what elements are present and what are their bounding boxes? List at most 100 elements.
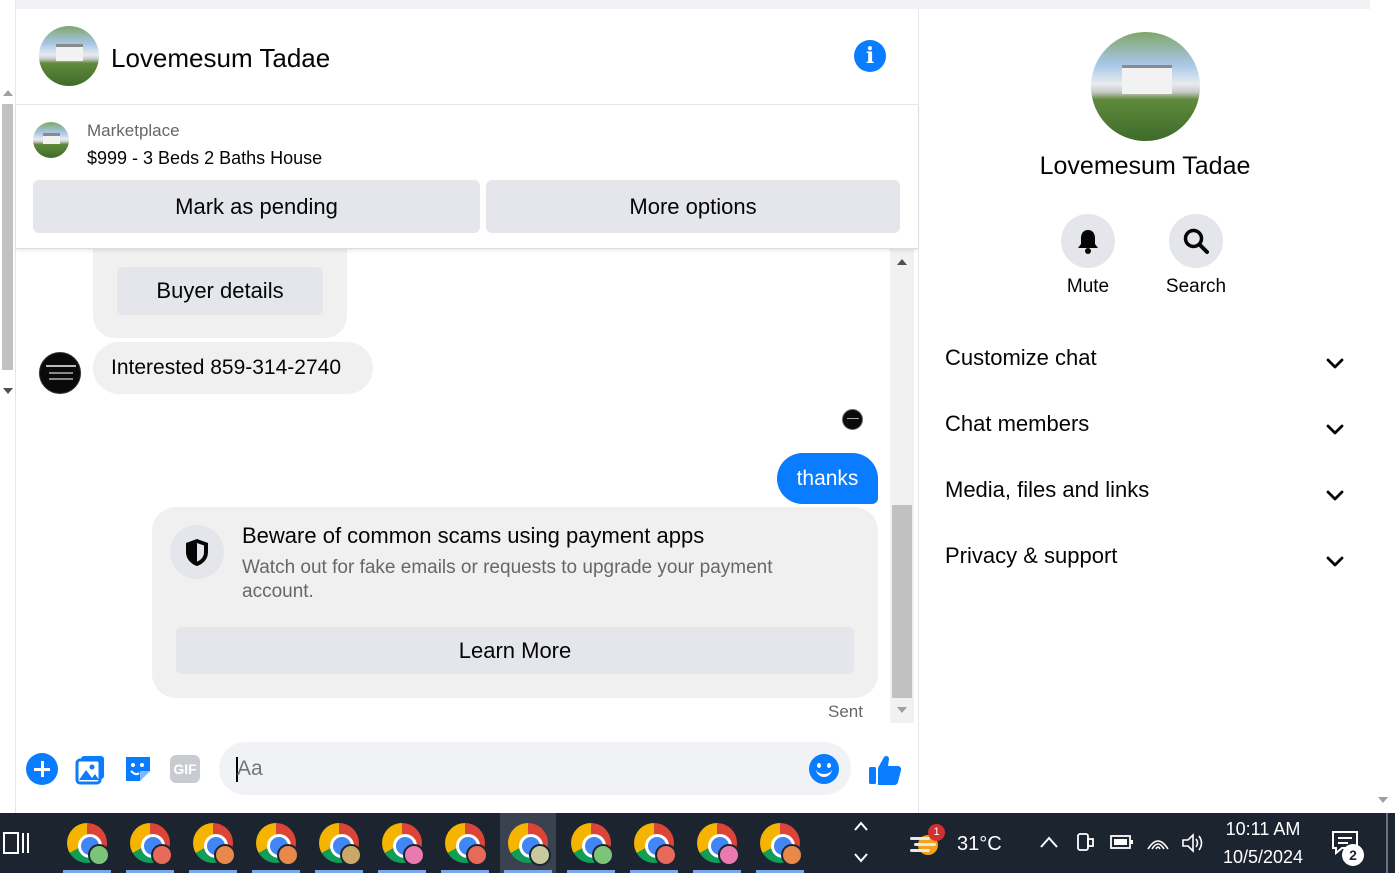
meet-now-icon[interactable] <box>1074 831 1096 855</box>
taskbar-chrome-window[interactable] <box>311 813 367 873</box>
chrome-profile-icon <box>466 844 488 866</box>
scroll-down-arrow-icon[interactable] <box>3 388 13 394</box>
bell-icon <box>1078 230 1098 254</box>
chevron-down-icon <box>1326 358 1344 369</box>
chrome-profile-icon <box>214 844 236 866</box>
section-media-files-links[interactable]: Media, files and links <box>945 477 1345 517</box>
chrome-icon <box>256 823 299 866</box>
taskbar-chrome-window[interactable] <box>626 813 682 873</box>
scam-warning-body: Watch out for fake emails or requests to… <box>242 557 773 602</box>
show-hidden-icons-icon[interactable] <box>1038 833 1060 851</box>
msg-scroll-up-icon[interactable] <box>897 259 907 265</box>
chrome-profile-icon <box>340 844 362 866</box>
taskbar-chrome-window[interactable] <box>752 813 808 873</box>
scam-warning-title: Beware of common scams using payment app… <box>242 523 705 548</box>
marketplace-listing-panel: Marketplace $999 - 3 Beds 2 Baths House … <box>16 105 918 249</box>
shield-icon <box>170 525 224 579</box>
more-options-button[interactable]: More options <box>486 180 900 233</box>
plus-icon[interactable] <box>26 753 58 785</box>
taskbar-chrome-window[interactable] <box>689 813 745 873</box>
listing-thumbnail[interactable] <box>33 122 69 158</box>
mark-as-pending-button[interactable]: Mark as pending <box>33 180 480 233</box>
page-scrollbar[interactable] <box>1370 0 1395 813</box>
search-label: Search <box>1165 276 1227 297</box>
section-label: Media, files and links <box>945 477 1150 502</box>
page-scroll-down-icon[interactable] <box>1378 797 1388 803</box>
taskbar-chrome-window[interactable] <box>185 813 241 873</box>
sender-avatar[interactable] <box>39 352 81 394</box>
task-view-icon[interactable] <box>2 829 30 857</box>
incoming-message-text: Interested 859-314-2740 <box>111 356 342 379</box>
sticker-icon[interactable] <box>122 753 154 790</box>
profile-name[interactable]: Lovemesum Tadae <box>919 152 1371 181</box>
chevron-up-icon[interactable] <box>853 819 869 833</box>
chat-contact-name[interactable]: Lovemesum Tadae <box>111 43 330 74</box>
msg-scroll-down-icon[interactable] <box>897 707 907 713</box>
taskbar-chrome-window[interactable] <box>374 813 430 873</box>
top-edge <box>0 0 1370 9</box>
windows-taskbar: 1 31°C 10:11 AM 10/5/2024 2 <box>0 813 1395 873</box>
battery-icon[interactable] <box>1110 833 1134 851</box>
chrome-profile-icon <box>718 844 740 866</box>
gif-icon[interactable]: GIF <box>170 755 200 783</box>
like-icon[interactable] <box>867 752 903 793</box>
taskbar-chrome-window[interactable] <box>122 813 178 873</box>
section-chat-members[interactable]: Chat members <box>945 411 1345 451</box>
chrome-icon <box>571 823 614 866</box>
chrome-profile-icon <box>781 844 803 866</box>
buyer-details-button[interactable]: Buyer details <box>117 267 323 315</box>
scroll-up-arrow-icon[interactable] <box>3 90 13 96</box>
message-scrollbar-thumb[interactable] <box>892 505 912 698</box>
chrome-profile-icon <box>592 844 614 866</box>
taskbar-chrome-window[interactable] <box>248 813 304 873</box>
chrome-profile-icon <box>88 844 110 866</box>
weather-icon[interactable]: 1 <box>908 824 946 859</box>
learn-more-button[interactable]: Learn More <box>176 627 854 674</box>
chrome-icon <box>634 823 677 866</box>
chrome-icon <box>319 823 362 866</box>
message-input[interactable] <box>237 750 797 787</box>
chrome-profile-icon <box>151 844 173 866</box>
weather-temperature[interactable]: 31°C <box>957 833 1002 856</box>
notifications-icon[interactable]: 2 <box>1330 829 1370 866</box>
taskbar-chrome-window[interactable] <box>59 813 115 873</box>
section-customize-chat[interactable]: Customize chat <box>945 345 1345 385</box>
emoji-icon[interactable] <box>809 754 839 784</box>
chrome-icon <box>760 823 803 866</box>
search-button[interactable] <box>1169 214 1223 268</box>
section-privacy-support[interactable]: Privacy & support <box>945 543 1345 583</box>
chrome-profile-icon <box>529 844 551 866</box>
weather-badge: 1 <box>928 824 945 841</box>
clock-date[interactable]: 10/5/2024 <box>1218 847 1308 868</box>
clock-time[interactable]: 10:11 AM <box>1218 819 1308 840</box>
scam-warning-card: Beware of common scams using payment app… <box>152 507 878 698</box>
taskbar-chrome-window[interactable] <box>500 813 556 873</box>
mute-button[interactable] <box>1061 214 1115 268</box>
message-input-box[interactable] <box>219 742 851 795</box>
wifi-icon[interactable] <box>1146 831 1170 853</box>
outgoing-message-text: thanks <box>796 467 859 490</box>
chrome-icon <box>508 823 551 866</box>
message-status: Sent <box>828 702 863 721</box>
incoming-message-bubble[interactable]: Interested 859-314-2740 <box>93 342 373 394</box>
chrome-profile-icon <box>403 844 425 866</box>
chrome-profile-icon <box>655 844 677 866</box>
chevron-down-icon[interactable] <box>853 851 869 865</box>
taskbar-chrome-window[interactable] <box>563 813 619 873</box>
photo-icon[interactable] <box>75 753 107 790</box>
taskbar-overflow-scroll[interactable] <box>848 813 874 873</box>
info-icon[interactable]: i <box>854 40 886 72</box>
seen-receipt-avatar <box>842 409 863 430</box>
show-desktop-button[interactable] <box>1386 813 1388 873</box>
volume-icon[interactable] <box>1180 831 1206 855</box>
contact-avatar[interactable] <box>39 26 99 86</box>
search-icon <box>1183 228 1209 254</box>
chat-header: Lovemesum Tadae i <box>16 9 918 105</box>
left-scrollbar[interactable] <box>0 0 16 813</box>
outgoing-message-bubble[interactable]: thanks <box>777 453 878 504</box>
section-label: Privacy & support <box>945 543 1118 568</box>
left-scrollbar-thumb[interactable] <box>2 104 13 370</box>
profile-photo[interactable] <box>1091 32 1200 141</box>
listing-title[interactable]: $999 - 3 Beds 2 Baths House <box>87 148 322 169</box>
taskbar-chrome-window[interactable] <box>437 813 493 873</box>
